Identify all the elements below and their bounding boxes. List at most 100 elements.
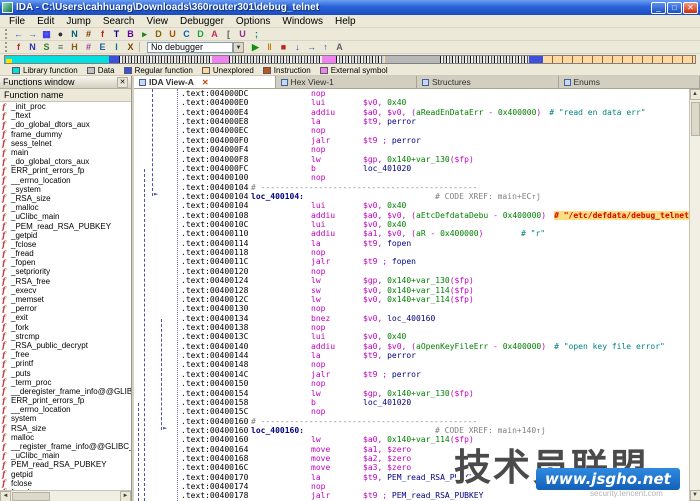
tab-ida-view-a[interactable]: IDA View-A ✕	[134, 76, 276, 88]
comment-icon[interactable]: ;	[250, 28, 263, 40]
disasm-line[interactable]: .text:0040013Clui$v0, 0x40	[134, 332, 689, 341]
function-list-item[interactable]: fframe_dummy	[0, 130, 131, 139]
function-list-item[interactable]: f_ftext	[0, 111, 131, 120]
disasm-line[interactable]: .text:00400158bloc_401020	[134, 398, 689, 407]
scroll-down-icon[interactable]: ▼	[690, 490, 700, 501]
search-binoculars-icon[interactable]: ●	[54, 28, 67, 40]
close-button[interactable]: ✕	[683, 2, 698, 14]
function-list-item[interactable]: f__errno_location	[0, 176, 131, 185]
menu-item-windows[interactable]: Windows	[276, 16, 329, 27]
disasm-line[interactable]: .text:004000F8lw$gp, 0x140+var_130($fp)	[134, 155, 689, 164]
forward-arrow-icon[interactable]: →	[26, 28, 39, 40]
disasm-line[interactable]: .text:00400140addiu$a0, $v0, (aOpenKeyFi…	[134, 342, 689, 351]
save-database-icon[interactable]: ▦	[40, 28, 53, 40]
function-list-item[interactable]: f_fork	[0, 323, 131, 332]
function-list-item[interactable]: fsystem	[0, 414, 131, 423]
function-list-item[interactable]: f_term_proc	[0, 378, 131, 387]
disasm-line[interactable]: .text:004000F4nop	[134, 145, 689, 154]
open-functions-window-icon[interactable]: f	[12, 41, 25, 53]
jump-function-icon[interactable]: f	[96, 28, 109, 40]
function-list-item[interactable]: fERR_print_errors_fp	[0, 166, 131, 175]
disasm-line[interactable]: .text:004000E0lui$v0, 0x40	[134, 98, 689, 107]
disasm-line[interactable]: .text:00400134bnez$v0, loc_400160	[134, 314, 689, 323]
open-enums-window-icon[interactable]: E	[96, 41, 109, 53]
debugger-select[interactable]: No debugger ▼	[147, 42, 244, 53]
open-exports-window-icon[interactable]: X	[124, 41, 137, 53]
scrollbar-thumb[interactable]	[12, 492, 50, 501]
disasm-line[interactable]: .text:00400108addiu$a0, $v0, (aEtcDefdat…	[134, 211, 689, 220]
next-instruction-icon[interactable]: ▸	[138, 28, 151, 40]
jump-name-icon[interactable]: N	[68, 28, 81, 40]
maximize-button[interactable]: □	[667, 2, 682, 14]
make-array-icon[interactable]: [	[222, 28, 235, 40]
disasm-line[interactable]: .text:004000FCbloc_401020	[134, 164, 689, 173]
text-search-icon[interactable]: T	[110, 28, 123, 40]
function-list-item[interactable]: f_puts	[0, 368, 131, 377]
disasm-line[interactable]: .text:00400160loc_400160:# CODE XREF: ma…	[134, 426, 689, 435]
function-list-item[interactable]: f_RSA_public_decrypt	[0, 341, 131, 350]
binary-search-icon[interactable]: B	[124, 28, 137, 40]
make-string-icon[interactable]: A	[208, 28, 221, 40]
debugger-pause-icon[interactable]: ‖	[263, 41, 276, 53]
debugger-stop-icon[interactable]: ■	[277, 41, 290, 53]
make-code-icon[interactable]: C	[180, 28, 193, 40]
function-list-item[interactable]: f_exit	[0, 313, 131, 322]
open-imports-window-icon[interactable]: I	[110, 41, 123, 53]
disasm-line[interactable]: .text:00400154lw$gp, 0x140+var_130($fp)	[134, 389, 689, 398]
function-list-item[interactable]: f__errno_location	[0, 405, 131, 414]
function-list-item[interactable]: ffclose	[0, 479, 131, 488]
toolbar-drag-handle[interactable]	[5, 29, 9, 39]
disasm-line[interactable]: .text:00400114la$t9, fopen	[134, 239, 689, 248]
function-list-item[interactable]: fgetpid	[0, 470, 131, 479]
function-list-item[interactable]: f__register_frame_info@@GLIBC_2	[0, 442, 131, 451]
disasm-line[interactable]: .text:00400104loc_400104:# CODE XREF: ma…	[134, 192, 689, 201]
function-list-item[interactable]: f_uClibc_main	[0, 451, 131, 460]
scroll-left-icon[interactable]: ◄	[0, 491, 11, 501]
disasm-line[interactable]: .text:00400148nop	[134, 360, 689, 369]
debugger-select-value[interactable]: No debugger	[147, 42, 233, 53]
open-segments-window-icon[interactable]: ≡	[54, 41, 67, 53]
function-list-item[interactable]: f_do_global_dtors_aux	[0, 120, 131, 129]
disasm-line[interactable]: .text:00400104# ------------------------…	[134, 183, 689, 192]
function-list-item[interactable]: f_strcmp	[0, 332, 131, 341]
scrollbar-thumb[interactable]	[691, 102, 700, 136]
functions-horizontal-scrollbar[interactable]: ◄ ►	[0, 490, 131, 501]
open-hex-window-icon[interactable]: H	[68, 41, 81, 53]
disasm-line[interactable]: .text:00400124lw$gp, 0x140+var_130($fp)	[134, 276, 689, 285]
function-list-item[interactable]: f_PEM_read_RSA_PUBKEY	[0, 221, 131, 230]
disasm-line[interactable]: .text:0040012Clw$v0, 0x140+var_114($fp)	[134, 295, 689, 304]
function-list-item[interactable]: f_perror	[0, 304, 131, 313]
disasm-line[interactable]: .text:00400118nop	[134, 248, 689, 257]
function-list-item[interactable]: f_RSA_free	[0, 277, 131, 286]
function-list-item[interactable]: f_RSA_size	[0, 194, 131, 203]
disasm-line[interactable]: .text:004000E8la$t9, perror	[134, 117, 689, 126]
disasm-line[interactable]: .text:004000DCnop	[134, 89, 689, 98]
jump-address-icon[interactable]: #	[82, 28, 95, 40]
disasm-line[interactable]: .text:004000E4addiu$a0, $v0, (aReadEnDat…	[134, 108, 689, 117]
menu-item-options[interactable]: Options	[230, 16, 276, 27]
attach-process-icon[interactable]: A	[333, 41, 346, 53]
function-list-item[interactable]: f__deregister_frame_info@@GLIBC	[0, 387, 131, 396]
disasm-line[interactable]: .text:00400160# ------------------------…	[134, 417, 689, 426]
functions-window-header[interactable]: Functions window ✕	[0, 76, 131, 89]
menu-item-edit[interactable]: Edit	[31, 16, 60, 27]
disasm-line[interactable]: .text:00400120nop	[134, 267, 689, 276]
function-list-item[interactable]: f_execv	[0, 286, 131, 295]
disasm-line[interactable]: .text:00400110addiu$a1, $v0, (aR - 0x400…	[134, 229, 689, 238]
back-arrow-icon[interactable]: ←	[12, 28, 25, 40]
disasm-line[interactable]: .text:0040011Cjalr$t9 ; fopen	[134, 257, 689, 266]
menu-item-file[interactable]: File	[3, 16, 31, 27]
disasm-line[interactable]: .text:0040010Clui$v0, 0x40	[134, 220, 689, 229]
disasm-line[interactable]: .text:00400150nop	[134, 379, 689, 388]
next-data-icon[interactable]: D	[152, 28, 165, 40]
chevron-down-icon[interactable]: ▼	[233, 42, 244, 53]
function-list-item[interactable]: f_do_global_ctors_aux	[0, 157, 131, 166]
function-list-item[interactable]: f_init_proc	[0, 102, 131, 111]
open-names-window-icon[interactable]: N	[26, 41, 39, 53]
menu-item-help[interactable]: Help	[329, 16, 362, 27]
tab-hex-view-1[interactable]: Hex View-1	[276, 76, 418, 88]
function-list-item[interactable]: fmalloc	[0, 433, 131, 442]
next-unexplored-icon[interactable]: U	[166, 28, 179, 40]
debugger-start-icon[interactable]: ▶	[249, 41, 262, 53]
function-list-item[interactable]: f_fclose	[0, 240, 131, 249]
